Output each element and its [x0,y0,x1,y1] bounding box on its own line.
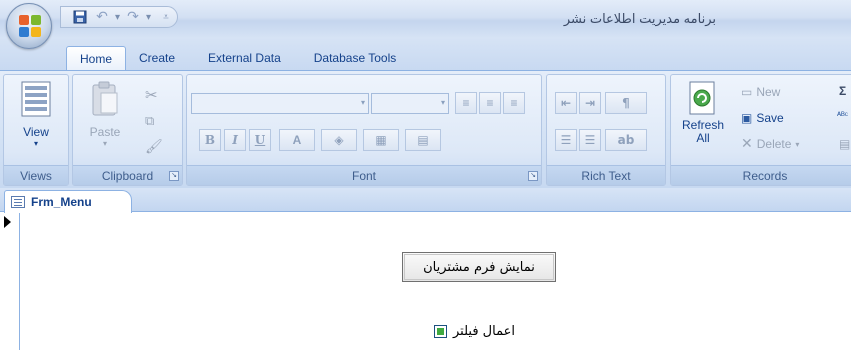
quick-access-toolbar: ↶ ▾ ↷ ▾ ⩡ [60,6,178,28]
clipboard-group: Paste ▾ ✂ ⧉ 🖌 Clipboard ↘ [72,74,183,186]
tab-external-data[interactable]: External Data [188,46,294,70]
copy-icon[interactable]: ⧉ [145,111,154,131]
save-label: Save [756,111,784,125]
alternate-fill-icon[interactable]: ▤ [405,129,441,151]
cut-icon[interactable]: ✂ [145,85,158,105]
document-tab-frm-menu[interactable]: Frm_Menu [4,190,132,213]
new-record-button[interactable]: ▭ New [741,82,780,102]
apply-filter-control[interactable]: اعمال فيلتر [434,324,515,339]
redo-icon[interactable]: ↷ [124,8,142,26]
ribbon-tabs: Home Create External Data Database Tools [66,46,409,70]
fill-color-icon[interactable]: ◈ [321,129,357,151]
underline-button[interactable]: U [249,129,271,151]
spelling-icon[interactable]: ᴬᴮᶜ [837,105,848,125]
view-label: View [23,125,49,139]
current-record-pointer-icon [4,216,11,228]
view-dropdown-icon: ▾ [33,139,38,148]
document-area: Frm_Menu نمايش فرم مشتريان اعمال فيلتر [0,188,851,350]
font-color-button[interactable]: A [279,129,315,151]
delete-icon: ✕ [741,136,753,152]
font-group-label: Font [187,165,541,185]
clipboard-group-label: Clipboard [73,165,182,185]
show-customers-form-button[interactable]: نمايش فرم مشتريان [402,252,556,282]
delete-record-button[interactable]: ✕ Delete ▾ [741,134,799,154]
document-tab-bar: Frm_Menu [0,188,851,213]
refresh-all-button[interactable]: Refresh All [675,79,731,145]
undo-icon[interactable]: ↶ [93,8,111,26]
paste-label: Paste [89,125,121,139]
new-record-icon: ▭ [741,85,753,99]
paste-dropdown-icon: ▾ [102,139,107,148]
font-size-dropdown-icon: ▾ [440,98,445,107]
title-bar: ↶ ▾ ↷ ▾ ⩡ برنامه مديريت اطلاعات نشر [0,0,851,38]
refresh-icon [686,79,720,119]
numbering-icon[interactable]: ☰ [555,129,577,151]
italic-button[interactable]: I [224,129,246,151]
checkbox-fill [437,328,444,335]
delete-dropdown-icon: ▾ [795,139,800,149]
record-selector[interactable] [0,213,20,350]
window-title: برنامه مديريت اطلاعات نشر [563,11,716,26]
font-dialog-launcher-icon[interactable]: ↘ [528,171,538,181]
apply-filter-label: اعمال فيلتر [453,324,515,339]
font-name-dropdown-icon: ▾ [360,98,365,107]
paste-button[interactable]: Paste ▾ [79,79,131,148]
rich-text-group: ⇤ ⇥ ¶ ☰ ☰ ab Rich Text [546,74,666,186]
apply-filter-checkbox[interactable] [434,325,447,338]
view-icon [19,79,53,119]
align-left-icon[interactable]: ≡ [455,92,477,114]
tab-database-tools[interactable]: Database Tools [294,46,410,70]
clipboard-label: Clipboard [101,169,154,183]
bold-button[interactable]: B [199,129,221,151]
redo-dropdown-icon[interactable]: ▾ [146,12,151,23]
totals-icon[interactable]: Σ [839,81,846,101]
views-group-label: Views [4,165,68,185]
tab-create[interactable]: Create [126,46,188,70]
align-center-icon[interactable]: ≡ [479,92,501,114]
new-label: New [756,85,781,99]
paste-icon [88,79,122,119]
format-painter-icon[interactable]: 🖌 [145,137,163,157]
view-button[interactable]: View ▾ [10,79,62,148]
font-group: ▾ ▾ ≡ ≡ ≡ B I U A ◈ ▦ ▤ Font ↘ [186,74,542,186]
tab-home[interactable]: Home [66,46,127,70]
font-size-combo[interactable]: ▾ [371,93,449,114]
save-icon[interactable] [71,8,89,26]
decrease-indent-icon[interactable]: ⇤ [555,92,577,114]
office-button[interactable] [6,3,52,49]
text-direction-icon[interactable]: ¶ [605,92,647,114]
gridlines-icon[interactable]: ▦ [363,129,399,151]
align-right-icon[interactable]: ≡ [503,92,525,114]
document-tab-label: Frm_Menu [31,195,92,209]
undo-dropdown-icon[interactable]: ▾ [115,12,120,23]
customize-qat-icon[interactable]: ⩡ [163,12,169,23]
ribbon: View ▾ Views Paste ▾ ✂ ⧉ 🖌 Clipboard ↘ ▾… [0,70,851,188]
font-name-combo[interactable]: ▾ [191,93,369,114]
records-group: Refresh All ▭ New ▣ Save ✕ Delete ▾ Σ ᴬᴮ… [670,74,851,186]
highlight-icon[interactable]: ab [605,129,647,151]
form-icon [11,196,25,208]
clipboard-dialog-launcher-icon[interactable]: ↘ [169,171,179,181]
refresh-sub-label: All [696,131,710,145]
views-group: View ▾ Views [3,74,69,186]
more-records-icon[interactable]: ▤ [839,134,850,154]
records-group-label: Records [671,165,851,185]
increase-indent-icon[interactable]: ⇥ [579,92,601,114]
bullets-icon[interactable]: ☰ [579,129,601,151]
office-logo-icon [19,15,41,37]
rich-text-group-label: Rich Text [547,165,665,185]
delete-label: Delete [756,137,792,151]
save-record-button[interactable]: ▣ Save [741,108,784,128]
save-record-icon: ▣ [741,111,753,125]
